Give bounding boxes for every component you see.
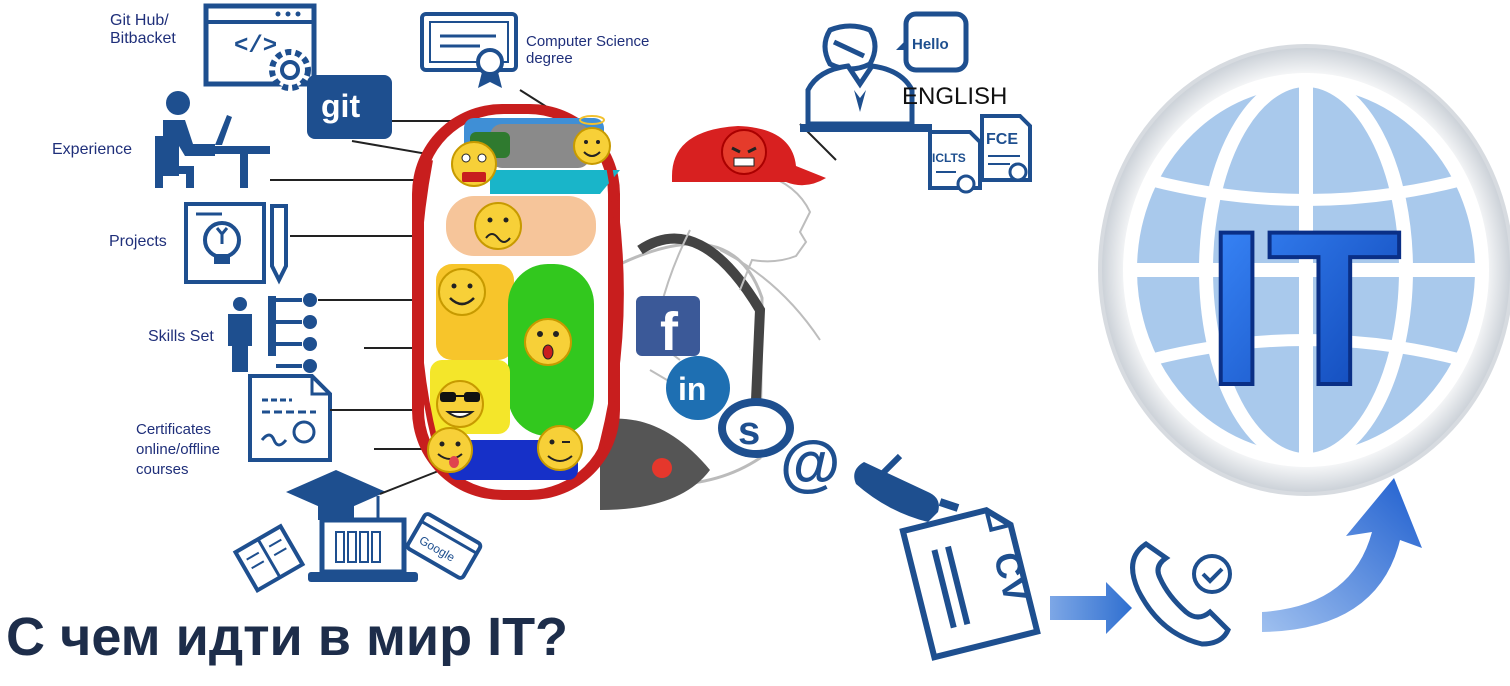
certificates-label: Certificates online/offline courses	[136, 420, 220, 480]
red-cap-icon	[672, 126, 826, 186]
cs-degree-line1: Computer Science	[526, 33, 650, 50]
person-at-desk-icon	[155, 91, 270, 188]
iclts-text: ICLTS	[932, 151, 966, 165]
it-text: IT	[1206, 185, 1402, 431]
diploma-icon	[420, 12, 518, 88]
fce-text: FCE	[986, 131, 1018, 148]
skype-glyph: s	[738, 409, 760, 453]
linkedin-glyph: in	[678, 371, 706, 407]
curved-up-arrow-icon	[1262, 478, 1422, 632]
github-label-line1: Git Hub/	[110, 12, 169, 29]
github-label: Git Hub/ Bitbacket	[110, 12, 176, 48]
emoji-wink	[537, 425, 583, 471]
hello-text: Hello	[912, 36, 949, 53]
emoji-worried	[474, 202, 522, 250]
phone-check-icon	[1130, 540, 1232, 647]
experience-label: Experience	[52, 141, 133, 158]
project-idea-icon	[184, 202, 288, 285]
git-logo-icon: git	[307, 75, 392, 139]
cs-degree-line2: degree	[526, 50, 573, 67]
emoji-tongue	[427, 427, 473, 473]
right-arrow-icon	[1050, 582, 1132, 634]
linkedin-icon: in	[666, 356, 730, 420]
certificates-line1: Certificates	[136, 421, 212, 438]
at-glyph: @	[780, 429, 840, 498]
it-globe-icon: IT	[1098, 44, 1510, 496]
emoji-smile	[438, 268, 486, 316]
english-label: ENGLISH	[902, 83, 1008, 110]
email-at-icon: @	[780, 429, 840, 498]
facebook-icon: f	[636, 296, 700, 362]
skills-list-icon	[228, 293, 317, 373]
page-title: С чем идти в мир IT?	[6, 607, 569, 667]
emoji-sunglasses	[436, 380, 484, 428]
github-label-line2: Bitbacket	[110, 30, 176, 47]
git-logo-text: git	[321, 88, 360, 124]
certificate-document-icon	[248, 374, 332, 462]
iclts-certificate-icon: ICLTS	[928, 130, 982, 194]
code-window-icon: </>	[203, 3, 317, 91]
hello-speech-bubble-icon: Hello	[896, 11, 969, 73]
online-learning-icon: Google	[232, 470, 483, 594]
hand-holding-cv-icon: CV	[854, 453, 1041, 661]
emoji-shocked	[451, 141, 497, 187]
facebook-glyph: f	[660, 302, 679, 362]
certificates-line2: online/offline	[136, 441, 220, 458]
emoji-surprised	[524, 318, 572, 366]
fce-certificate-icon: FCE	[980, 114, 1032, 182]
skills-set-label: Skills Set	[148, 328, 214, 345]
cs-degree-label: Computer Science degree	[526, 33, 649, 67]
certificates-line3: courses	[136, 461, 189, 478]
projects-label: Projects	[109, 233, 167, 250]
code-glyph: </>	[234, 33, 277, 60]
